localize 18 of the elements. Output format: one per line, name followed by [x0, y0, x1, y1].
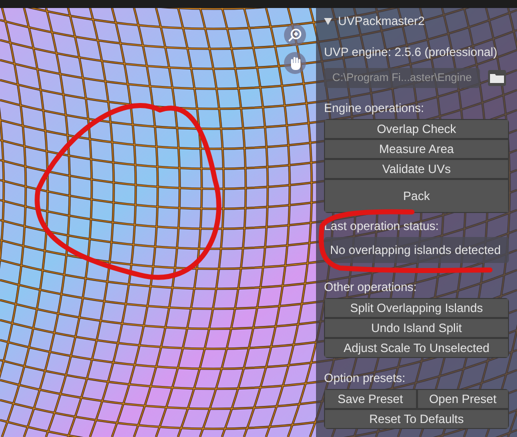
panel-button[interactable]: Measure Area: [324, 139, 509, 159]
panel-button[interactable]: Split Overlapping Islands: [324, 298, 509, 318]
collapse-arrow-icon[interactable]: [324, 18, 332, 24]
panel-button[interactable]: Pack: [324, 179, 509, 213]
section-label: Other operations:: [324, 281, 418, 293]
status-message: No overlapping islands detected: [324, 237, 509, 263]
panel-button[interactable]: Open Preset: [416, 389, 509, 409]
panel-button[interactable]: Validate UVs: [324, 159, 509, 179]
panel-button[interactable]: Save Preset: [324, 389, 416, 409]
folder-icon[interactable]: [488, 70, 506, 86]
engine-info: UVP engine: 2.5.6 (professional): [324, 46, 498, 58]
panel-button[interactable]: Overlap Check: [324, 119, 509, 139]
panel-button[interactable]: Reset To Defaults: [324, 409, 509, 429]
panel-title: UVPackmaster2: [338, 15, 425, 27]
section-label: Option presets:: [324, 372, 406, 384]
panel-button[interactable]: Adjust Scale To Unselected: [324, 338, 509, 358]
panel-button[interactable]: Undo Island Split: [324, 318, 509, 338]
section-label: Engine operations:: [324, 102, 426, 114]
